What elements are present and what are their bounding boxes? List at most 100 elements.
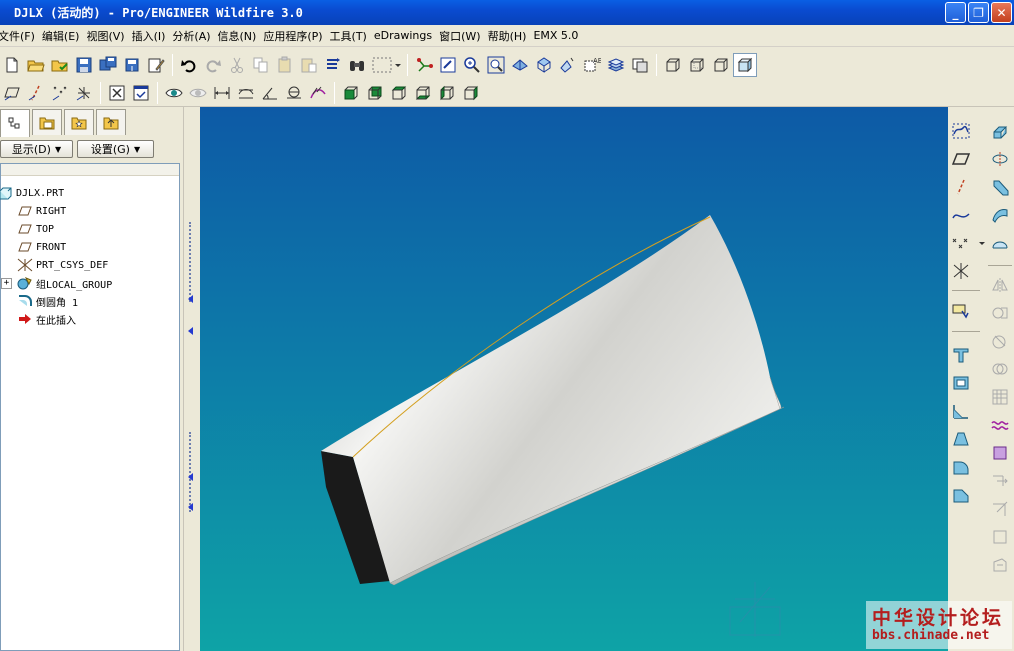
menu-analysis[interactable]: 分析(A)	[172, 28, 217, 44]
save-button[interactable]	[72, 53, 96, 77]
tree-item-round[interactable]: 倒圆角 1	[17, 292, 78, 310]
undo-button[interactable]	[177, 53, 201, 77]
repaint-button[interactable]	[436, 53, 460, 77]
chamfer-button[interactable]	[949, 483, 973, 507]
tab-model-tree[interactable]	[0, 109, 30, 137]
sweep-button[interactable]	[988, 175, 1012, 199]
measure-angle-button[interactable]	[258, 81, 282, 105]
menu-applications[interactable]: 应用程序(P)	[263, 28, 329, 44]
cut-button[interactable]	[225, 53, 249, 77]
graphics-viewport[interactable]	[200, 107, 948, 651]
view-left-button[interactable]	[435, 81, 459, 105]
close-button[interactable]: ✕	[991, 2, 1012, 23]
menu-info[interactable]: 信息(N)	[218, 28, 264, 44]
intersect-button[interactable]	[988, 357, 1012, 381]
shading-button[interactable]	[733, 53, 757, 77]
shell-button[interactable]	[949, 371, 973, 395]
show-dropdown[interactable]: 显示(D) ▼	[0, 140, 73, 158]
model-tree-toggle-button[interactable]	[628, 53, 652, 77]
tree-item-csys[interactable]: PRT_CSYS_DEF	[17, 256, 108, 274]
measure-length-button[interactable]	[234, 81, 258, 105]
regenerate-button[interactable]	[321, 53, 345, 77]
settings-dropdown[interactable]: 设置(G) ▼	[77, 140, 154, 158]
layers-button[interactable]	[604, 53, 628, 77]
tree-item-top[interactable]: TOP	[17, 220, 54, 238]
csys-button[interactable]	[949, 259, 973, 283]
visibility-button[interactable]	[162, 81, 186, 105]
menu-view[interactable]: 视图(V)	[86, 28, 131, 44]
merge-button[interactable]	[988, 301, 1012, 325]
tree-item-part[interactable]: DJLX.PRT	[0, 184, 64, 202]
menu-edrawings[interactable]: eDrawings	[374, 29, 439, 42]
select-box-button[interactable]	[369, 53, 403, 77]
wireframe-button[interactable]	[661, 53, 685, 77]
close-window-button[interactable]	[105, 81, 129, 105]
project-button[interactable]	[988, 553, 1012, 577]
find-button[interactable]	[345, 53, 369, 77]
maximize-button[interactable]: ❐	[968, 2, 989, 23]
curvature-analysis-button[interactable]	[306, 81, 330, 105]
collapse-arrow-icon[interactable]	[188, 295, 193, 303]
tree-item-group[interactable]: + 组LOCAL_GROUP	[1, 274, 112, 292]
collapse-arrow-icon[interactable]	[188, 327, 193, 335]
sketch-button[interactable]	[949, 119, 973, 143]
open-object-button[interactable]	[48, 53, 72, 77]
analysis-feature-button[interactable]	[949, 299, 973, 323]
backup-button[interactable]	[120, 53, 144, 77]
hide-button[interactable]	[186, 81, 210, 105]
zoom-fit-button[interactable]	[484, 53, 508, 77]
paste-button[interactable]	[273, 53, 297, 77]
offset-button[interactable]	[988, 441, 1012, 465]
no-hidden-button[interactable]	[709, 53, 733, 77]
trim-button[interactable]	[988, 329, 1012, 353]
menu-insert[interactable]: 插入(I)	[132, 28, 173, 44]
collapse-arrow-icon[interactable]	[188, 503, 193, 511]
csys-toggle-button[interactable]	[72, 81, 96, 105]
menu-help[interactable]: 帮助(H)	[488, 28, 534, 44]
boundary-blend-button[interactable]	[988, 203, 1012, 227]
draft-button[interactable]	[949, 427, 973, 451]
rib-button[interactable]	[949, 399, 973, 423]
tab-favorites[interactable]	[64, 109, 94, 135]
minimize-button[interactable]: _	[945, 2, 966, 23]
measure-area-button[interactable]	[282, 81, 306, 105]
view-front-button[interactable]	[339, 81, 363, 105]
solidify-button[interactable]	[988, 497, 1012, 521]
datum-point-button[interactable]	[949, 231, 989, 255]
pattern-button[interactable]	[988, 385, 1012, 409]
datum-display-button[interactable]	[412, 53, 436, 77]
datum-axis-button[interactable]	[949, 175, 973, 199]
collapse-arrow-icon[interactable]	[188, 473, 193, 481]
datum-axes-toggle-button[interactable]	[24, 81, 48, 105]
activate-window-button[interactable]	[129, 81, 153, 105]
tree-item-insert-here[interactable]: 在此插入	[17, 310, 76, 328]
menu-file[interactable]: 文件(F)	[0, 28, 42, 44]
measure-distance-button[interactable]	[210, 81, 234, 105]
hidden-line-button[interactable]	[685, 53, 709, 77]
redo-button[interactable]	[201, 53, 225, 77]
copy-button[interactable]	[249, 53, 273, 77]
datum-curve-button[interactable]	[949, 203, 973, 227]
tree-item-right[interactable]: RIGHT	[17, 202, 66, 220]
tab-folder-browser[interactable]	[32, 109, 62, 135]
style-button[interactable]	[988, 231, 1012, 255]
extrude-button[interactable]	[988, 119, 1012, 143]
new-file-button[interactable]	[0, 53, 24, 77]
panel-splitter[interactable]	[183, 107, 200, 651]
hole-button[interactable]	[949, 343, 973, 367]
round-button[interactable]	[949, 455, 973, 479]
thicken-button[interactable]	[988, 469, 1012, 493]
view-bottom-button[interactable]	[411, 81, 435, 105]
view-manager-button[interactable]: AB	[580, 53, 604, 77]
print-button[interactable]	[144, 53, 168, 77]
mirror-button[interactable]	[988, 273, 1012, 297]
datum-planes-toggle-button[interactable]	[0, 81, 24, 105]
tab-connections[interactable]	[96, 109, 126, 135]
paste-special-button[interactable]	[297, 53, 321, 77]
extend-button[interactable]	[988, 525, 1012, 549]
save-copy-button[interactable]	[96, 53, 120, 77]
view-back-button[interactable]	[363, 81, 387, 105]
menu-tools[interactable]: 工具(T)	[330, 28, 374, 44]
menu-edit[interactable]: 编辑(E)	[42, 28, 87, 44]
revolve-button[interactable]	[988, 147, 1012, 171]
